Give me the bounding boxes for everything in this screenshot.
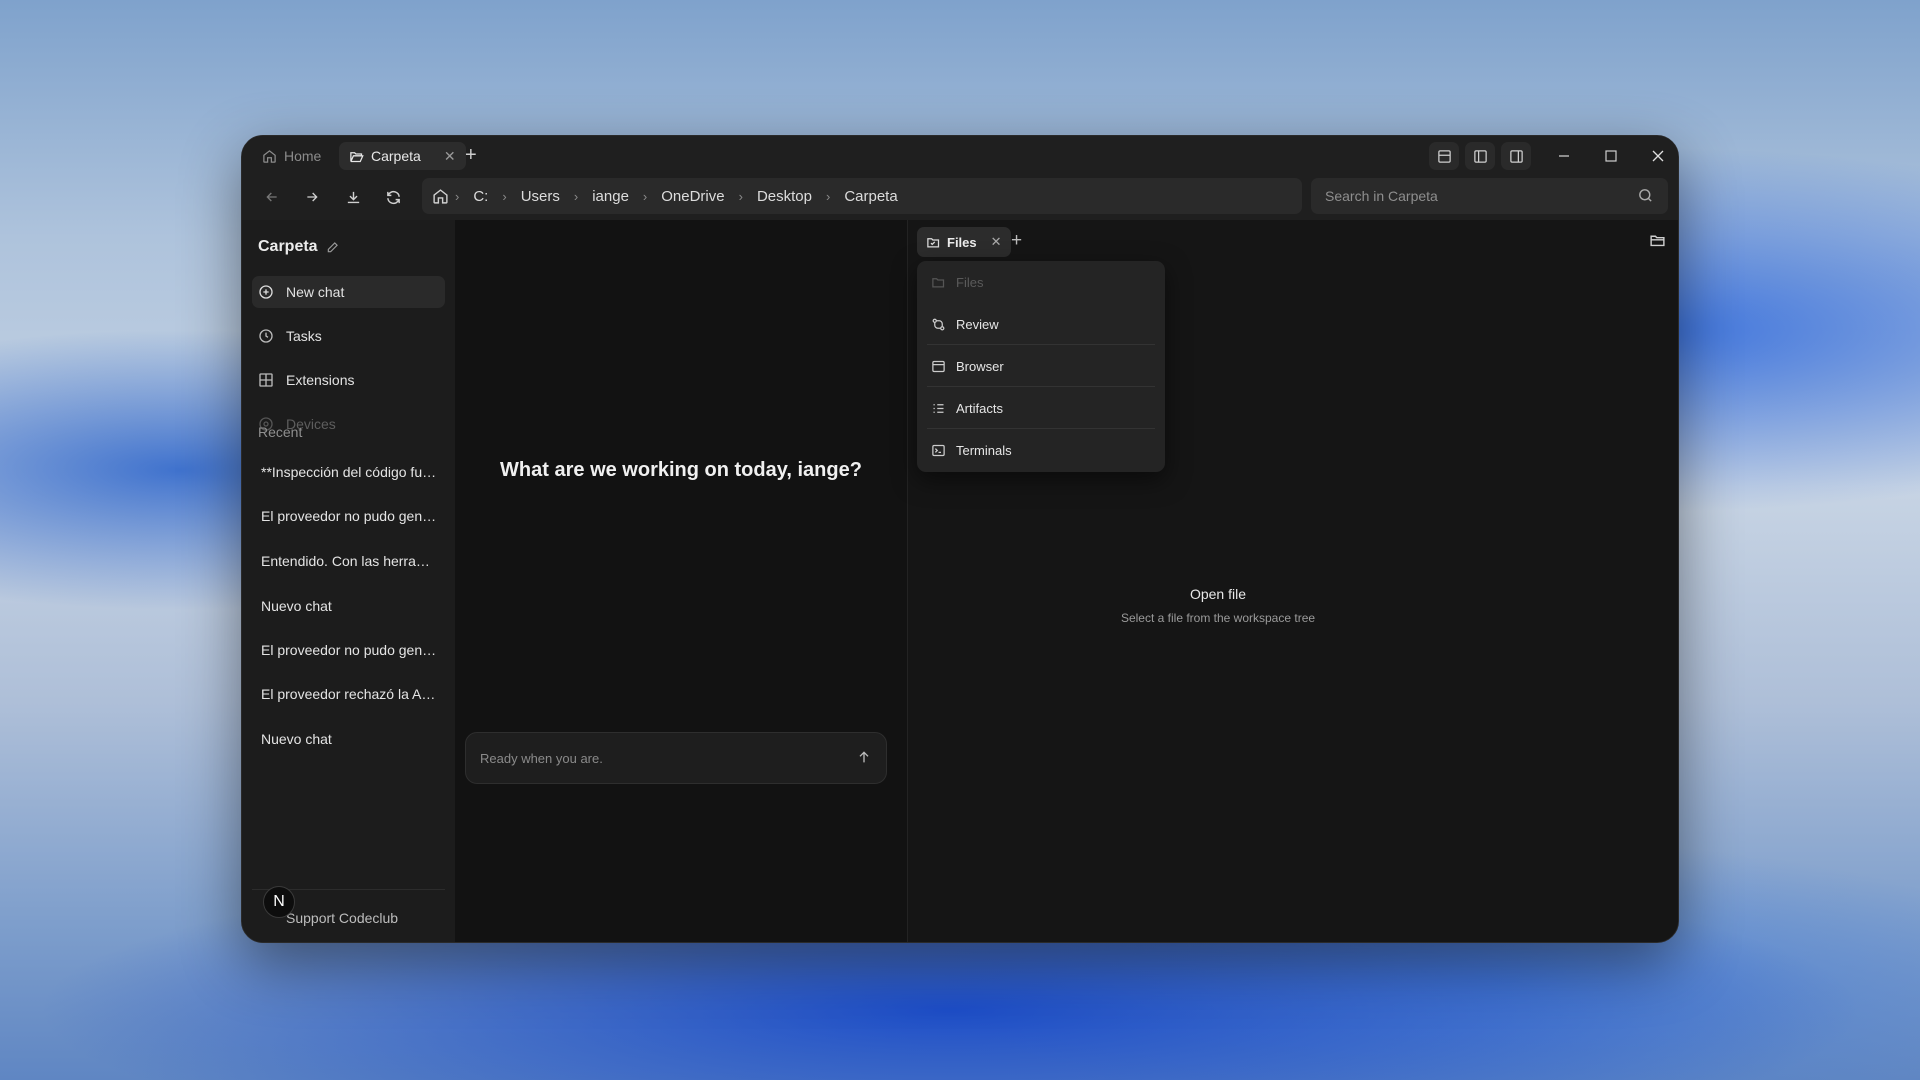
pencil-icon[interactable]	[326, 240, 340, 254]
maximize-icon	[1605, 150, 1617, 162]
search-icon[interactable]	[1637, 187, 1654, 204]
files-icon	[932, 277, 945, 287]
menu-item-browser[interactable]: Browser	[923, 349, 1159, 383]
chat-area: What are we working on today, iange?	[455, 220, 907, 942]
empty-state-subtitle: Select a file from the workspace tree	[1120, 611, 1316, 625]
layout-panel-button[interactable]	[1429, 142, 1459, 170]
forward-button[interactable]	[301, 186, 323, 208]
sidebar-item-new-chat[interactable]: New chat	[252, 276, 445, 308]
sidebar-item-tasks[interactable]: Tasks	[252, 320, 445, 352]
maximize-button[interactable]	[1600, 145, 1622, 167]
sidebar-item-label: Tasks	[286, 328, 322, 344]
folder-open-icon	[350, 151, 364, 162]
tab-carpeta[interactable]: Carpeta ✕	[339, 142, 466, 170]
home-icon[interactable]	[432, 188, 449, 205]
download-button[interactable]	[342, 186, 364, 208]
new-tab-button[interactable]: +	[465, 144, 477, 166]
layout-top-icon	[1437, 149, 1451, 163]
layout-right-button[interactable]	[1501, 142, 1531, 170]
navigation-bar: › C: › Users › iange › OneDrive › Deskto…	[242, 174, 1678, 220]
menu-item-files: Files	[923, 265, 1159, 299]
breadcrumb-onedrive[interactable]: OneDrive	[647, 188, 738, 205]
sidebar-item-label: Extensions	[286, 372, 355, 388]
close-icon[interactable]: ✕	[991, 234, 1002, 250]
minimize-icon	[1559, 155, 1569, 157]
recent-chat-item[interactable]: El proveedor no pudo generar ...	[261, 508, 441, 524]
breadcrumb-desktop[interactable]: Desktop	[743, 188, 826, 205]
files-icon	[927, 237, 940, 247]
menu-divider	[927, 386, 1155, 387]
menu-item-terminals[interactable]: Terminals	[923, 433, 1159, 467]
terminal-icon	[932, 444, 945, 456]
empty-state: Open file Select a file from the workspa…	[1068, 586, 1368, 625]
tab-home[interactable]: Home	[252, 142, 331, 170]
home-icon	[263, 149, 276, 163]
git-compare-icon	[932, 318, 945, 330]
menu-item-review[interactable]: Review	[923, 307, 1159, 341]
sidebar-item-extensions[interactable]: Extensions	[252, 364, 445, 396]
recent-heading: Recent	[258, 424, 303, 440]
tab-label: Home	[284, 148, 322, 164]
search-box[interactable]: Search in Carpeta	[1311, 178, 1668, 214]
back-button[interactable]	[261, 186, 283, 208]
menu-divider	[927, 428, 1155, 429]
grid-icon	[259, 373, 273, 387]
menu-item-label: Files	[956, 274, 984, 290]
tab-label: Carpeta	[371, 148, 421, 164]
menu-item-label: Review	[956, 316, 999, 332]
sidebar: Carpeta New chat Tasks Extensions Device…	[242, 220, 455, 942]
breadcrumb-user[interactable]: iange	[578, 188, 643, 205]
breadcrumb: › C: › Users › iange › OneDrive › Deskto…	[422, 178, 1302, 214]
panel-type-menu: Files Review Browser Artifacts Terminals	[917, 261, 1165, 472]
recent-chat-item[interactable]: Entendido. Con las herramienta...	[261, 553, 441, 569]
menu-item-label: Browser	[956, 358, 1004, 374]
recent-chat-item[interactable]: Nuevo chat	[261, 731, 441, 747]
panel-tab-label: Files	[947, 234, 977, 250]
send-arrow-icon[interactable]	[856, 749, 872, 765]
menu-item-label: Artifacts	[956, 400, 1003, 416]
download-icon	[347, 191, 359, 203]
workspace-title: Carpeta	[258, 238, 340, 256]
refresh-icon	[386, 190, 400, 204]
list-icon	[933, 403, 944, 413]
app-window: Home Carpeta ✕ + › C: › Users › iange › …	[241, 135, 1679, 943]
folder-icon[interactable]	[1649, 232, 1666, 249]
layout-sidebar-button[interactable]	[1465, 142, 1495, 170]
panel-tab-files[interactable]: Files ✕	[917, 227, 1011, 257]
close-icon	[1652, 150, 1664, 162]
close-tab-icon[interactable]: ✕	[444, 148, 456, 165]
refresh-button[interactable]	[382, 186, 404, 208]
breadcrumb-carpeta[interactable]: Carpeta	[830, 188, 911, 205]
greeting-heading: What are we working on today, iange?	[500, 459, 862, 481]
minimize-button[interactable]	[1553, 145, 1575, 167]
layout-left-icon	[1473, 149, 1487, 163]
arrow-right-icon	[307, 192, 318, 202]
close-window-button[interactable]	[1647, 145, 1669, 167]
recent-chat-item[interactable]: El proveedor rechazó la API key...	[261, 686, 441, 702]
recent-chat-item[interactable]: El proveedor no pudo generar ...	[261, 642, 441, 658]
avatar[interactable]: N	[263, 886, 295, 918]
recent-chat-item[interactable]: Nuevo chat	[261, 598, 441, 614]
add-panel-tab-button[interactable]: +	[1011, 230, 1022, 252]
breadcrumb-drive[interactable]: C:	[459, 188, 502, 205]
workspace-panel: Files ✕ + Files Review Browser Artifacts	[907, 220, 1678, 942]
sidebar-item-label: New chat	[286, 284, 345, 300]
browser-icon	[932, 360, 945, 372]
menu-divider	[927, 344, 1155, 345]
clock-icon	[259, 329, 273, 343]
layout-right-icon	[1509, 149, 1523, 163]
menu-item-artifacts[interactable]: Artifacts	[923, 391, 1159, 425]
support-link[interactable]: Support Codeclub	[286, 910, 398, 926]
search-input[interactable]: Search in Carpeta	[1325, 188, 1438, 204]
plus-circle-icon	[259, 285, 273, 299]
tab-bar: Home Carpeta ✕ +	[242, 136, 1678, 174]
recent-chat-item[interactable]: **Inspección del código fuente...	[261, 464, 441, 480]
message-input[interactable]	[480, 733, 840, 783]
menu-item-label: Terminals	[956, 442, 1012, 458]
workspace-name: Carpeta	[258, 238, 318, 255]
chat-composer[interactable]	[465, 732, 887, 784]
breadcrumb-users[interactable]: Users	[507, 188, 574, 205]
empty-state-title: Open file	[1189, 586, 1247, 602]
arrow-left-icon	[266, 192, 277, 202]
